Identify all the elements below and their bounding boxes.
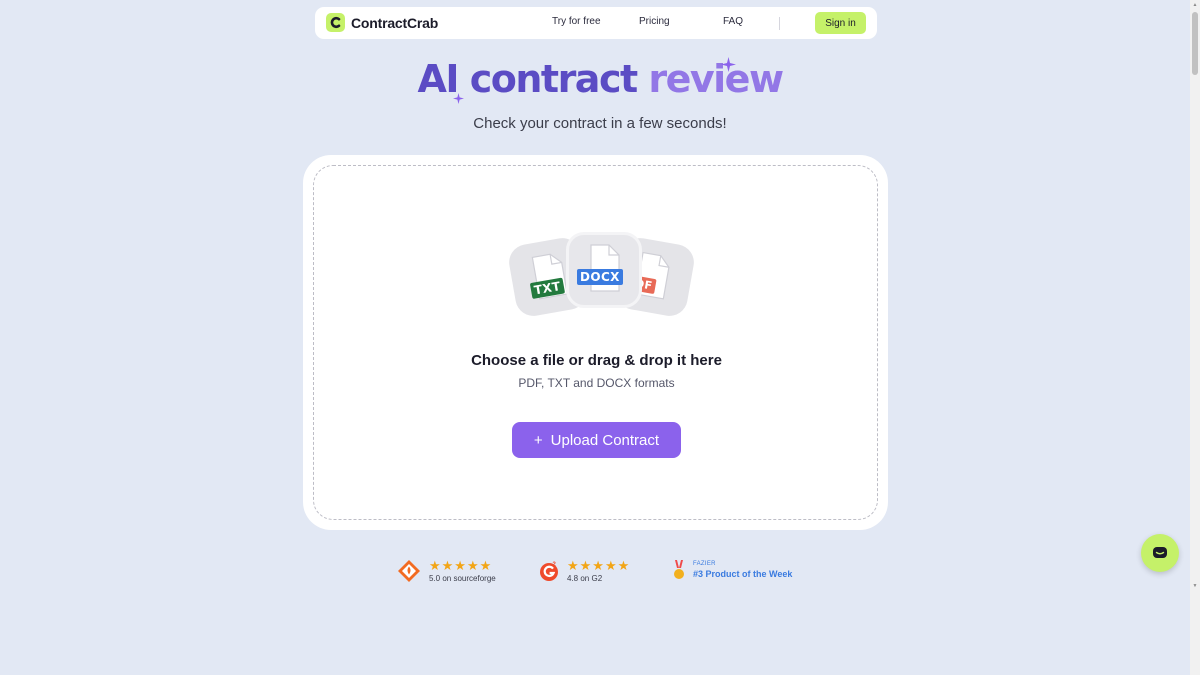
nav-divider [779,17,780,30]
medal-icon [674,560,684,579]
title-part-2: review [648,57,784,101]
star-rating: ★★★★★ [567,558,631,573]
page-title: AI contract review [0,57,1200,101]
fazier-label: FAZIER [693,561,716,567]
upload-button-label: Upload Contract [550,431,660,449]
file-type-illustration: TXT PDF DOCX [499,230,699,330]
contractcrab-logo-icon [326,13,345,32]
supported-formats: PDF, TXT and DOCX formats [518,376,675,390]
sign-in-button[interactable]: Sign in [815,12,866,34]
sparkle-icon [453,93,464,104]
sparkle-icon [721,57,736,72]
nav-link-try-for-free[interactable]: Try for free [552,16,601,27]
title-part-1: AI contract [417,57,638,101]
sourceforge-rating[interactable]: ★★★★★ 5.0 on sourceforge [397,559,496,583]
g2-rating[interactable]: 2 ★★★★★ 4.8 on G2 [539,559,630,583]
award-text: #3 Product of the Week [693,569,793,579]
chat-widget-button[interactable] [1141,534,1179,572]
dropzone-title: Choose a file or drag & drop it here [471,352,722,369]
nav-link-pricing[interactable]: Pricing [639,16,670,27]
docx-badge: DOCX [577,269,623,285]
upload-card: TXT PDF DOCX Choose a file or drag & dro… [303,155,888,530]
page-scrollbar[interactable]: ▲ ▼ [1190,0,1200,675]
g2-logo-icon: 2 [540,562,558,581]
rating-text: 5.0 on sourceforge [429,574,496,583]
sourceforge-logo-icon [398,560,420,582]
rating-text: 4.8 on G2 [567,574,603,583]
brand-name: ContractCrab [351,14,439,31]
scroll-down-arrow-icon[interactable]: ▼ [1192,583,1198,589]
navbar: ContractCrab Try for free Pricing FAQ Si… [315,7,877,39]
chat-icon [1153,547,1167,558]
page-subtitle: Check your contract in a few seconds! [473,115,727,132]
scrollbar-thumb[interactable] [1192,12,1198,75]
nav-link-faq[interactable]: FAQ [723,16,743,27]
plus-icon: + [533,431,543,449]
upload-contract-button[interactable]: + Upload Contract [512,422,681,458]
file-dropzone[interactable]: TXT PDF DOCX Choose a file or drag & dro… [313,165,878,520]
star-rating: ★★★★★ [429,558,493,573]
brand-link[interactable]: ContractCrab [326,13,438,32]
fazier-award[interactable]: FAZIER #3 Product of the Week [673,559,792,581]
docx-file-icon: DOCX [566,232,642,308]
scroll-up-arrow-icon[interactable]: ▲ [1192,2,1198,8]
